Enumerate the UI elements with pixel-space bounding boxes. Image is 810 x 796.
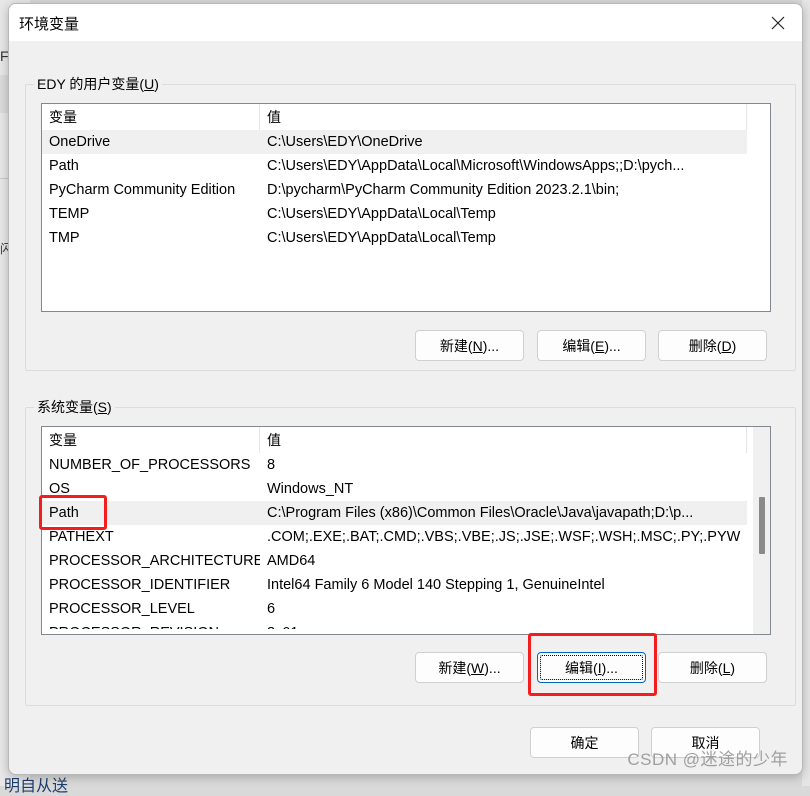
column-header-variable[interactable]: 变量 bbox=[42, 104, 260, 130]
variable-name-cell: Path bbox=[49, 158, 79, 174]
user-edit-button[interactable]: 编辑(E)... bbox=[537, 330, 646, 361]
system-delete-button[interactable]: 删除(L) bbox=[658, 652, 767, 683]
table-row[interactable]: OS Windows_NT bbox=[42, 477, 747, 501]
scrollbar-thumb[interactable] bbox=[759, 497, 765, 554]
variable-name-cell: PROCESSOR_ARCHITECTURE bbox=[49, 553, 260, 569]
variable-value-cell: .COM;.EXE;.BAT;.CMD;.VBS;.VBE;.JS;.JSE;.… bbox=[267, 529, 741, 545]
user-new-button[interactable]: 新建(N)... bbox=[415, 330, 524, 361]
table-row[interactable]: PROCESSOR_ARCHITECTURE AMD64 bbox=[42, 549, 747, 573]
variable-name-cell: PATHEXT bbox=[49, 529, 114, 545]
variable-value-cell: D:\pycharm\PyCharm Community Edition 202… bbox=[267, 182, 620, 198]
table-row[interactable]: TEMP C:\Users\EDY\AppData\Local\Temp bbox=[42, 202, 747, 226]
close-button[interactable] bbox=[766, 11, 790, 35]
user-variables-label: EDY 的用户变量(U) bbox=[34, 74, 162, 94]
variable-name-cell: PyCharm Community Edition bbox=[49, 182, 236, 198]
table-row[interactable]: OneDrive C:\Users\EDY\OneDrive bbox=[42, 130, 747, 154]
user-delete-button[interactable]: 删除(D) bbox=[658, 330, 767, 361]
focus-rectangle bbox=[540, 655, 643, 680]
table-row[interactable]: PROCESSOR_LEVEL 6 bbox=[42, 597, 747, 621]
variable-name-cell: OneDrive bbox=[49, 134, 111, 150]
table-row[interactable]: NUMBER_OF_PROCESSORS 8 bbox=[42, 453, 747, 477]
system-variables-label: 系统变量(S) bbox=[34, 397, 115, 417]
column-header-value[interactable]: 值 bbox=[260, 427, 747, 453]
system-variables-scrollbar[interactable] bbox=[753, 427, 770, 634]
system-new-button[interactable]: 新建(W)... bbox=[415, 652, 524, 683]
watermark: CSDN @迷途的少年 bbox=[627, 750, 788, 769]
variable-value-cell: Windows_NT bbox=[267, 481, 354, 497]
variable-value-cell: 6 bbox=[267, 601, 276, 617]
system-variables-rows: NUMBER_OF_PROCESSORS 8 OS Windows_NT Path C:\… bbox=[42, 453, 747, 629]
table-row[interactable]: PyCharm Community Edition D:\pycharm\PyCh… bbox=[42, 178, 747, 202]
variable-value-cell: AMD64 bbox=[267, 553, 316, 569]
variable-name-cell: PROCESSOR_IDENTIFIER bbox=[49, 577, 231, 593]
variable-value-cell: Intel64 Family 6 Model 140 Stepping 1, G… bbox=[267, 577, 605, 593]
title-bar: 环境变量 bbox=[9, 4, 802, 41]
list-header: 变量 值 bbox=[42, 427, 747, 453]
table-row[interactable]: PROCESSOR_REVISION8c01 bbox=[42, 621, 747, 629]
user-variables-list[interactable]: 变量 值 OneDrive C:\Users\EDY\OneDrive Path C:… bbox=[41, 103, 771, 312]
dialog-title: 环境变量 bbox=[19, 16, 80, 33]
system-variables-list[interactable]: 变量 值 NUMBER_OF_PROCESSORS 8 OS Windows_NT Pa… bbox=[41, 426, 771, 635]
table-row[interactable]: PROCESSOR_IDENTIFIER Intel64 Family 6 Mod… bbox=[42, 573, 747, 597]
variable-name-cell: Path bbox=[49, 505, 79, 521]
table-row[interactable]: PATHEXT .COM;.EXE;.BAT;.CMD;.VBS;.VBE;.JS… bbox=[42, 525, 747, 549]
table-row[interactable]: Path C:\Program Files (x86)\Common Files\… bbox=[42, 501, 747, 525]
variable-value-cell: 8c01 bbox=[260, 621, 747, 629]
variable-value-cell: C:\Users\EDY\AppData\Local\Microsoft\Win… bbox=[267, 158, 685, 174]
table-row[interactable]: TMP C:\Users\EDY\AppData\Local\Temp bbox=[42, 226, 747, 250]
variable-name-cell: TEMP bbox=[49, 206, 90, 222]
background-window-right bbox=[802, 0, 810, 786]
variable-name-cell: TMP bbox=[49, 230, 80, 246]
table-row[interactable]: Path C:\Users\EDY\AppData\Local\Microsoft… bbox=[42, 154, 747, 178]
variable-name-cell: NUMBER_OF_PROCESSORS bbox=[49, 457, 251, 473]
variable-value-cell: C:\Users\EDY\AppData\Local\Temp bbox=[267, 230, 496, 246]
variable-value-cell: C:\Users\EDY\AppData\Local\Temp bbox=[267, 206, 496, 222]
background-text-fragment: 明自从送 bbox=[4, 778, 69, 795]
list-header: 变量 值 bbox=[42, 104, 747, 130]
variable-name-cell: PROCESSOR_LEVEL bbox=[49, 601, 195, 617]
close-icon bbox=[771, 16, 785, 30]
variable-value-cell: C:\Program Files (x86)\Common Files\Orac… bbox=[267, 505, 694, 521]
variable-name-cell: OS bbox=[49, 481, 70, 497]
ok-button[interactable]: 确定 bbox=[530, 727, 639, 758]
environment-variables-dialog: 环境变量 EDY 的用户变量(U) 变量 值 OneDrive C:\Users\… bbox=[8, 3, 803, 775]
column-header-variable[interactable]: 变量 bbox=[42, 427, 260, 453]
user-variables-rows: OneDrive C:\Users\EDY\OneDrive Path C:\User… bbox=[42, 130, 747, 250]
column-header-value[interactable]: 值 bbox=[260, 104, 747, 130]
variable-value-cell: 8 bbox=[267, 457, 276, 473]
variable-name-cell: PROCESSOR_REVISION bbox=[42, 621, 260, 629]
system-edit-button[interactable]: 编辑(I)... bbox=[537, 652, 646, 683]
variable-value-cell: C:\Users\EDY\OneDrive bbox=[267, 134, 423, 150]
